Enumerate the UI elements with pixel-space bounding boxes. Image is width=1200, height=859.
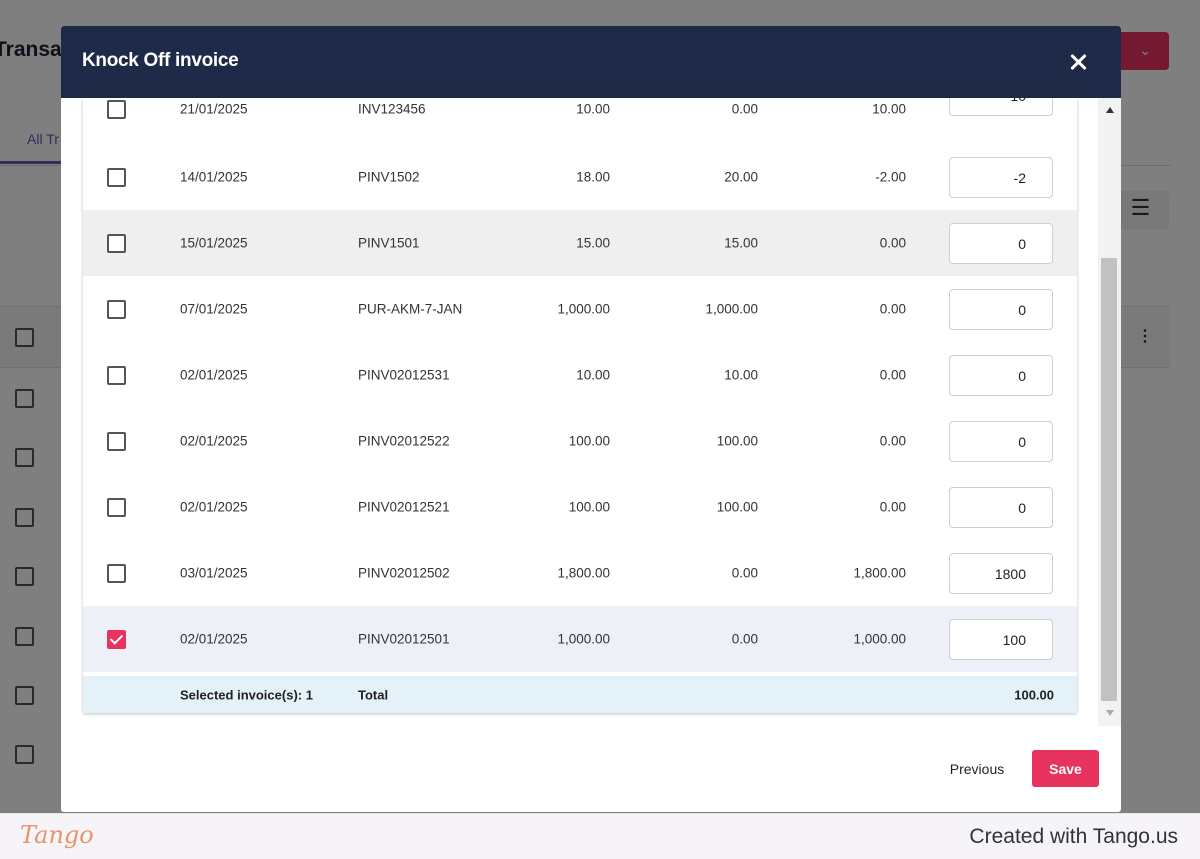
knock-off-amount-input[interactable]	[949, 553, 1053, 594]
row-checkbox[interactable]	[107, 168, 126, 187]
invoice-balance: 0.00	[879, 433, 906, 449]
total-label: Total	[358, 687, 389, 702]
row-checkbox[interactable]	[107, 498, 126, 517]
invoice-date: 02/01/2025	[180, 631, 248, 647]
table-row[interactable]: 02/01/2025 PINV02012522 100.00 100.00 0.00	[83, 408, 1077, 474]
invoice-amount: 10.00	[576, 101, 610, 117]
invoice-amount: 100.00	[568, 433, 610, 449]
table-row[interactable]: 02/01/2025 PINV02012531 10.00 10.00 0.00	[83, 342, 1077, 408]
knock-off-amount-input[interactable]	[949, 355, 1053, 396]
invoice-balance: 0.00	[879, 367, 906, 383]
invoice-date: 07/01/2025	[180, 301, 248, 317]
table-footer: Selected invoice(s): 1 Total 100.00	[83, 676, 1077, 713]
invoice-date: 15/01/2025	[180, 235, 248, 251]
invoice-paid: 0.00	[731, 631, 758, 647]
tango-footer: Tango Created with Tango.us	[0, 813, 1200, 859]
tango-credit: Created with Tango.us	[969, 825, 1178, 848]
invoice-paid: 10.00	[724, 367, 758, 383]
invoice-paid: 0.00	[731, 565, 758, 581]
invoice-paid: 100.00	[716, 433, 758, 449]
scroll-down-icon[interactable]	[1106, 710, 1114, 716]
invoice-date: 21/01/2025	[180, 101, 248, 117]
tango-logo: Tango	[20, 821, 94, 849]
table-row[interactable]: 02/01/2025 PINV02012501 1,000.00 0.00 1,000.…	[83, 606, 1077, 672]
row-checkbox[interactable]	[107, 100, 126, 119]
row-checkbox[interactable]	[107, 234, 126, 253]
table-row[interactable]: 15/01/2025 PINV1501 15.00 15.00 0.00	[83, 210, 1077, 276]
selected-count: Selected invoice(s): 1	[180, 687, 313, 702]
scrollbar-thumb[interactable]	[1101, 258, 1117, 701]
dialog-title: Knock Off invoice	[82, 50, 239, 71]
invoice-date: 14/01/2025	[180, 169, 248, 185]
invoice-date: 03/01/2025	[180, 565, 248, 581]
invoice-number: PINV02012531	[358, 367, 450, 383]
invoice-balance: 0.00	[879, 301, 906, 317]
scrollbar[interactable]	[1098, 98, 1121, 726]
close-icon[interactable]	[1064, 48, 1092, 76]
total-value: 100.00	[1014, 687, 1054, 702]
invoice-date: 02/01/2025	[180, 367, 248, 383]
knock-off-amount-input[interactable]	[949, 289, 1053, 330]
knock-off-amount-input[interactable]	[949, 487, 1053, 528]
table-row[interactable]: 02/01/2025 PINV02012521 100.00 100.00 0.00	[83, 474, 1077, 540]
invoice-date: 02/01/2025	[180, 499, 248, 515]
invoice-amount: 1,000.00	[557, 631, 610, 647]
knock-off-invoice-dialog: Knock Off invoice 21/01/2025 INV123456 10.…	[61, 26, 1121, 812]
invoice-amount: 100.00	[568, 499, 610, 515]
save-button[interactable]: Save	[1032, 750, 1099, 787]
invoice-paid: 0.00	[731, 101, 758, 117]
invoice-amount: 1,800.00	[557, 565, 610, 581]
invoice-amount: 18.00	[576, 169, 610, 185]
invoice-balance: 0.00	[879, 235, 906, 251]
scroll-up-icon[interactable]	[1106, 107, 1114, 113]
invoice-number: PINV02012502	[358, 565, 450, 581]
invoice-date: 02/01/2025	[180, 433, 248, 449]
invoice-number: PINV02012522	[358, 433, 450, 449]
invoice-paid: 1,000.00	[705, 301, 758, 317]
invoice-number: PINV1501	[358, 235, 420, 251]
table-row[interactable]: 21/01/2025 INV123456 10.00 0.00 10.00	[83, 98, 1077, 142]
invoice-number: PUR-AKM-7-JAN	[358, 301, 463, 317]
dialog-header: Knock Off invoice	[61, 26, 1121, 98]
knock-off-amount-input[interactable]	[949, 157, 1053, 198]
invoice-number: PINV02012501	[358, 631, 450, 647]
table-row[interactable]: 03/01/2025 PINV02012502 1,800.00 0.00 1,800.…	[83, 540, 1077, 606]
invoice-balance: 1,000.00	[853, 631, 906, 647]
table-row[interactable]: 14/01/2025 PINV1502 18.00 20.00 -2.00	[83, 144, 1077, 210]
knock-off-amount-input[interactable]	[949, 421, 1053, 462]
invoice-balance: 0.00	[879, 499, 906, 515]
invoice-balance: 10.00	[872, 101, 906, 117]
invoice-balance: 1,800.00	[853, 565, 906, 581]
previous-button[interactable]: Previous	[932, 754, 1022, 784]
knock-off-amount-input[interactable]	[949, 98, 1053, 116]
invoice-number: INV123456	[358, 101, 426, 117]
row-checkbox[interactable]	[107, 300, 126, 319]
invoice-paid: 15.00	[724, 235, 758, 251]
table-row[interactable]: 07/01/2025 PUR-AKM-7-JAN 1,000.00 1,000.00 0…	[83, 276, 1077, 342]
invoice-amount: 10.00	[576, 367, 610, 383]
invoice-number: PINV02012521	[358, 499, 450, 515]
row-checkbox[interactable]	[107, 630, 126, 649]
invoice-amount: 1,000.00	[557, 301, 610, 317]
knock-off-amount-input[interactable]	[949, 619, 1053, 660]
knock-off-amount-input[interactable]	[949, 223, 1053, 264]
invoice-number: PINV1502	[358, 169, 420, 185]
invoice-paid: 100.00	[716, 499, 758, 515]
invoice-paid: 20.00	[724, 169, 758, 185]
row-checkbox[interactable]	[107, 432, 126, 451]
invoice-table: 21/01/2025 INV123456 10.00 0.00 10.00 14/01/2…	[83, 98, 1077, 713]
invoice-balance: -2.00	[875, 169, 906, 185]
invoice-amount: 15.00	[576, 235, 610, 251]
row-checkbox[interactable]	[107, 564, 126, 583]
row-checkbox[interactable]	[107, 366, 126, 385]
